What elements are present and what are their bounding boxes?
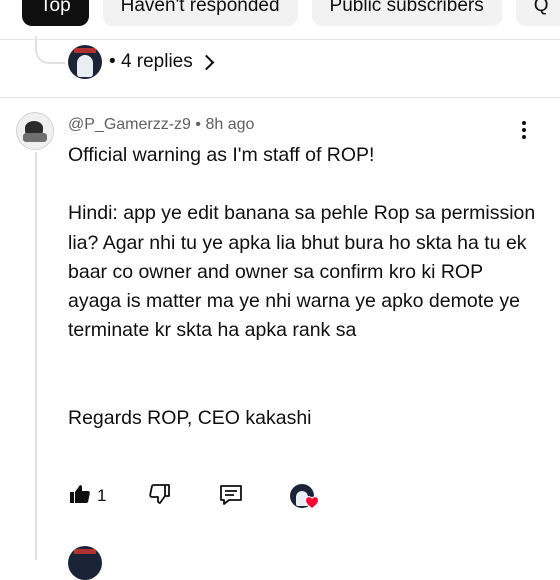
comment-author[interactable]: @P_Gamerzz-z9 [68,116,191,133]
commenter-avatar[interactable] [16,112,54,150]
view-replies-button[interactable]: • 4 replies [68,45,215,79]
filter-chip-more[interactable]: Q [515,0,560,26]
like-count: 1 [97,486,107,505]
filter-divider [0,39,560,40]
filter-chip-public-subscribers[interactable]: Public subscribers [311,0,502,26]
thread-connector-bottom [35,530,65,560]
thread-connector [35,36,65,64]
reply-icon[interactable] [218,482,244,508]
thread-line [35,152,37,560]
comment-meta: @P_Gamerzz-z9 • 8h ago [68,116,254,134]
meta-separator: • [195,116,201,133]
like-icon[interactable] [68,482,92,506]
reply-avatar [68,45,102,79]
dislike-icon[interactable] [148,482,172,506]
more-options-icon[interactable] [522,121,526,142]
chevron-right-icon [198,54,215,70]
reply-avatar-bottom[interactable] [68,546,102,580]
comment-actions: 1 [68,482,328,512]
filter-chips: Top Haven't responded Public subscribers… [22,0,560,26]
comment-text: Official warning as I'm staff of ROP! Hi… [68,144,536,429]
filter-chip-havent-responded[interactable]: Haven't responded [102,0,298,26]
heart-icon [305,496,319,509]
comment-divider [0,97,560,98]
replies-count-label: 4 replies [120,51,193,72]
comment-time: 8h ago [205,116,255,133]
filter-chip-top[interactable]: Top [22,0,89,26]
